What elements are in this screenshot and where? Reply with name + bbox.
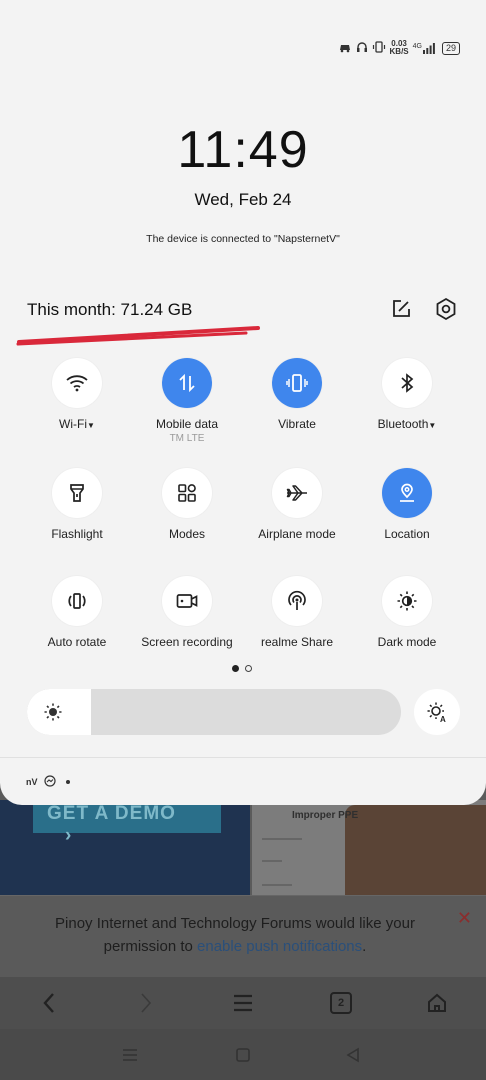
tile-label: Flashlight [51, 527, 103, 541]
tile-bluetooth[interactable]: Bluetooth▼ [352, 358, 462, 431]
page-dot-active [232, 665, 239, 672]
tile-auto-rotate[interactable]: Auto rotate [22, 576, 132, 649]
dark-mode-icon[interactable] [382, 576, 432, 626]
tile-label: Dark mode [377, 635, 437, 649]
flashlight-icon[interactable] [52, 468, 102, 518]
more-notifications-dot [65, 780, 70, 784]
control-center-panel: 0.03 KB/S 4G 29 11:49 Wed, Feb 24 The de… [0, 0, 486, 805]
network-speed: 0.03 KB/S [389, 39, 409, 56]
tile-label: Vibrate [278, 417, 316, 431]
push-notification-banner: Pinoy Internet and Technology Forums wou… [0, 895, 486, 977]
forward-icon[interactable] [129, 987, 163, 1019]
recents-icon[interactable] [118, 1043, 142, 1067]
vibrate-icon[interactable] [272, 358, 322, 408]
enable-push-link[interactable]: enable push notifications [197, 938, 362, 955]
data-usage[interactable]: This month: 71.24 GB [27, 300, 192, 320]
dropdown-icon: ▼ [428, 421, 437, 430]
svg-text:A: A [440, 715, 446, 723]
bluetooth-icon[interactable] [382, 358, 432, 408]
notification-icons-strip[interactable]: nV [26, 775, 70, 789]
push-prompt-text: Pinoy Internet and Technology Forums wou… [55, 915, 415, 955]
tile-modes[interactable]: Modes [132, 468, 242, 541]
messenger-icon [43, 775, 56, 789]
card-title: Improper PPE [292, 810, 359, 821]
tile-mobile-data[interactable]: Mobile data TM LTE [132, 358, 242, 444]
menu-icon[interactable] [226, 987, 260, 1019]
tile-location[interactable]: Location [352, 468, 462, 541]
airplane-icon[interactable] [272, 468, 322, 518]
card-line [262, 884, 292, 886]
tile-screen-recording[interactable]: Screen recording [132, 576, 242, 649]
realme-share-icon[interactable] [272, 576, 322, 626]
modes-icon[interactable] [162, 468, 212, 518]
tile-label: Auto rotate [47, 635, 107, 649]
home-nav-icon[interactable] [231, 1043, 255, 1067]
location-icon[interactable] [382, 468, 432, 518]
tile-airplane-mode[interactable]: Airplane mode [242, 468, 352, 541]
vpn-icon [338, 41, 352, 55]
page-indicator [232, 665, 252, 672]
tile-flashlight[interactable]: Flashlight [22, 468, 132, 541]
battery-icon: 29 [441, 41, 460, 55]
vpn-message: The device is connected to "NapsternetV" [146, 233, 340, 245]
brightness-icon [44, 703, 62, 721]
page-dot[interactable] [245, 665, 252, 672]
close-icon[interactable]: ✕ [457, 908, 472, 929]
red-underline-annotation [16, 326, 260, 346]
tabs-icon[interactable]: 2 [324, 987, 358, 1019]
tile-label: Screen recording [141, 635, 233, 649]
date: Wed, Feb 24 [194, 190, 292, 209]
divider [0, 757, 486, 758]
system-navigation-bar [0, 1029, 486, 1080]
tile-label: Bluetooth [377, 417, 429, 431]
auto-brightness-icon[interactable]: A [414, 689, 460, 735]
tile-label: Location [384, 527, 430, 541]
back-icon[interactable] [32, 987, 66, 1019]
tile-vibrate[interactable]: Vibrate [242, 358, 352, 431]
status-bar: 0.03 KB/S 4G 29 [338, 40, 460, 56]
back-nav-icon[interactable] [341, 1043, 365, 1067]
tile-label: Modes [168, 527, 206, 541]
tile-label: Wi-Fi [59, 417, 88, 431]
vibrate-status-icon [372, 41, 386, 55]
dropdown-icon: ▼ [87, 421, 95, 430]
tile-label: Airplane mode [258, 527, 336, 541]
tile-label: Mobile data [155, 417, 219, 431]
mobile-data-icon[interactable] [162, 358, 212, 408]
screen-recording-icon[interactable] [162, 576, 212, 626]
settings-icon[interactable] [434, 297, 458, 321]
headset-icon [356, 41, 368, 55]
home-icon[interactable] [420, 987, 454, 1019]
card-line [262, 860, 282, 862]
tile-label: realme Share [260, 635, 334, 649]
clock: 11:49 [177, 121, 309, 179]
napsternetv-icon: nV [26, 777, 38, 787]
card-line [262, 838, 302, 840]
signal-icon: 4G [413, 42, 435, 54]
tile-realme-share[interactable]: realme Share [242, 576, 352, 649]
carrier-label: TM LTE [169, 433, 205, 444]
browser-toolbar: 2 [0, 977, 486, 1029]
tile-dark-mode[interactable]: Dark mode [352, 576, 462, 649]
auto-rotate-icon[interactable] [52, 576, 102, 626]
edit-icon[interactable] [390, 298, 414, 322]
brightness-slider[interactable] [27, 689, 401, 735]
tile-wifi[interactable]: Wi-Fi▼ [22, 358, 132, 431]
background-photo [345, 805, 486, 895]
tab-count: 2 [337, 997, 345, 1009]
wifi-icon[interactable] [52, 358, 102, 408]
